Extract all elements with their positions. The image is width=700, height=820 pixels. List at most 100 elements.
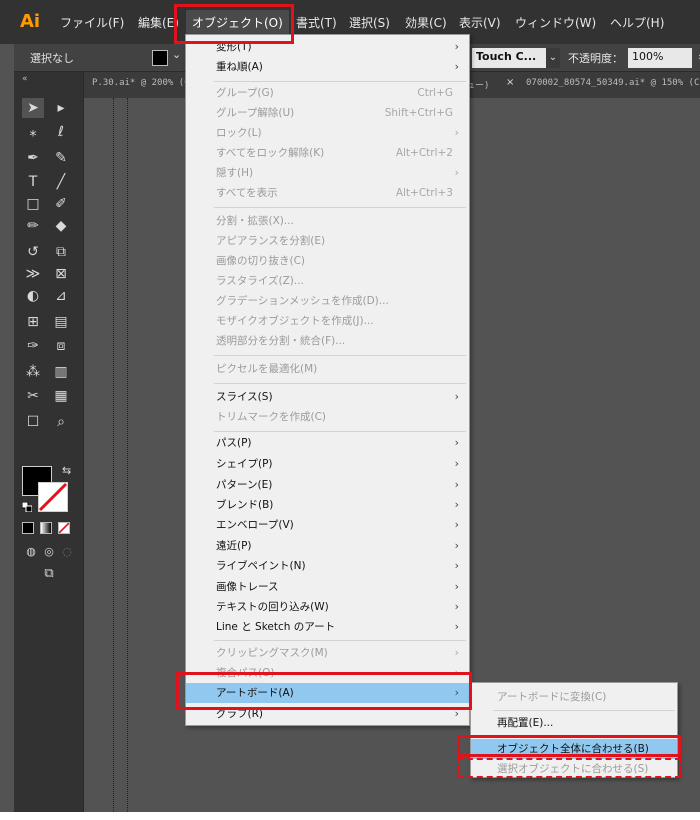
menu-type[interactable]: 書式(T) (296, 14, 337, 31)
collapse-icon[interactable]: « (22, 74, 28, 84)
menu-item-line-sketch[interactable]: Line と Sketch のアート › (186, 617, 469, 637)
submenu-item-fit-to-selected-art[interactable]: 選択オブジェクトに合わせる(S) (471, 759, 677, 779)
menu-window[interactable]: ウィンドウ(W) (515, 14, 596, 31)
menu-item-arrange[interactable]: 重ね順(A) › (186, 57, 469, 77)
tab-document-active[interactable]: 070002_80574_50349.ai* @ 150% (C (526, 78, 699, 88)
menu-item-pixel-perfect[interactable]: ピクセルを最適化(M) (186, 359, 469, 379)
menu-item-perspective[interactable]: 遠近(P) › (186, 536, 469, 556)
menu-separator (214, 431, 466, 432)
menu-separator (214, 355, 466, 356)
magic-wand-tool-icon[interactable]: ⁎ (22, 122, 44, 142)
direct-selection-tool-icon[interactable]: ▸ (50, 98, 72, 118)
menu-object[interactable]: オブジェクト(O) (186, 10, 289, 35)
menu-file[interactable]: ファイル(F) (60, 14, 124, 31)
submenu-item-rearrange[interactable]: 再配置(E)... (471, 713, 677, 733)
chevron-right-icon: › (454, 126, 459, 139)
menu-view[interactable]: 表示(V) (459, 14, 501, 31)
shape-builder-tool-icon[interactable]: ◐ (22, 286, 44, 306)
submenu-item-fit-to-artwork-bounds[interactable]: オブジェクト全体に合わせる(B) (471, 739, 677, 759)
default-colors-icon[interactable] (22, 502, 32, 512)
swap-fill-stroke-icon[interactable]: ⇆ (62, 464, 71, 477)
menu-item-hide[interactable]: 隠す(H) › (186, 163, 469, 183)
artboard-tool-icon[interactable]: ▦ (50, 386, 72, 406)
artboard-boundary (127, 98, 129, 812)
chevron-right-icon: › (454, 580, 459, 593)
menu-item-slice[interactable]: スライス(S) › (186, 387, 469, 407)
menu-separator (493, 710, 675, 711)
column-graph-tool-icon[interactable]: ▥ (50, 362, 72, 382)
menu-item-trim-marks[interactable]: トリムマークを作成(C) (186, 407, 469, 427)
screen-mode-icon[interactable]: ⧉ (38, 564, 60, 584)
app-logo: Ai (20, 11, 41, 32)
mesh-tool-icon[interactable]: ⊞ (22, 312, 44, 332)
menu-item-flatten-transparency[interactable]: 透明部分を分割・統合(F)... (186, 331, 469, 351)
menu-item-ungroup[interactable]: グループ解除(U) Shift+Ctrl+G (186, 103, 469, 123)
lasso-tool-icon[interactable]: ℓ (50, 122, 72, 142)
menu-item-live-paint[interactable]: ライブペイント(N) › (186, 556, 469, 576)
chevron-right-icon: › (454, 620, 459, 633)
pen-tool-icon[interactable]: ✒ (22, 148, 44, 168)
menu-item-envelope[interactable]: エンベロープ(V) › (186, 515, 469, 535)
gradient-mode-icon[interactable] (40, 522, 52, 534)
menu-item-mosaic[interactable]: モザイクオブジェクトを作成(J)... (186, 311, 469, 331)
rotate-tool-icon[interactable]: ↺ (22, 242, 44, 262)
tab-document-1[interactable]: P.30.ai* @ 200% (C (92, 78, 190, 88)
paintbrush-tool-icon[interactable]: ✐ (50, 194, 72, 214)
line-tool-icon[interactable]: ╱ (50, 172, 72, 192)
menu-item-expand-appearance[interactable]: アピアランスを分割(E) (186, 231, 469, 251)
width-tool-icon[interactable]: ≫ (22, 264, 44, 284)
chevron-down-icon[interactable]: ⌄ (546, 48, 560, 68)
menu-item-shape[interactable]: シェイプ(P) › (186, 454, 469, 474)
menu-item-image-trace[interactable]: 画像トレース › (186, 577, 469, 597)
menu-item-transform[interactable]: 変形(T) › (186, 37, 469, 57)
slice-tool-icon[interactable]: ✂ (22, 386, 44, 406)
menu-item-compound-path[interactable]: 複合パス(O) › (186, 663, 469, 683)
menu-item-gradient-mesh[interactable]: グラデーションメッシュを作成(D)... (186, 291, 469, 311)
submenu-item-convert-to-artboards[interactable]: アートボードに変換(C) (471, 687, 677, 707)
rectangle-tool-icon[interactable]: □ (22, 194, 44, 214)
menu-help[interactable]: ヘルプ(H) (610, 14, 664, 31)
menu-edit[interactable]: 編集(E) (138, 14, 179, 31)
menu-item-rasterize[interactable]: ラスタライズ(Z)... (186, 271, 469, 291)
gradient-tool-icon[interactable]: ▤ (50, 312, 72, 332)
curvature-tool-icon[interactable]: ✎ (50, 148, 72, 168)
none-mode-icon[interactable] (58, 522, 70, 534)
menu-item-blend[interactable]: ブレンド(B) › (186, 495, 469, 515)
menu-item-graph[interactable]: グラフ(R) › (186, 704, 469, 724)
menu-item-unlock-all[interactable]: すべてをロック解除(K) Alt+Ctrl+2 (186, 143, 469, 163)
menu-item-group[interactable]: グループ(G) Ctrl+G (186, 83, 469, 103)
blend-tool-icon[interactable]: ⧈ (50, 336, 72, 356)
zoom-tool-icon[interactable]: ⌕ (50, 412, 72, 432)
menu-item-lock[interactable]: ロック(L) › (186, 123, 469, 143)
menu-item-crop-image[interactable]: 画像の切り抜き(C) (186, 251, 469, 271)
color-mode-icon[interactable] (22, 522, 34, 534)
free-transform-tool-icon[interactable]: ⊠ (50, 264, 72, 284)
menu-item-show-all[interactable]: すべてを表示 Alt+Ctrl+3 (186, 183, 469, 203)
menu-effect[interactable]: 効果(C) (405, 14, 447, 31)
draw-inside-icon[interactable]: ◌ (56, 542, 78, 562)
menu-select[interactable]: 選択(S) (349, 14, 390, 31)
eyedropper-tool-icon[interactable]: ✑ (22, 336, 44, 356)
menu-item-path[interactable]: パス(P) › (186, 433, 469, 453)
scale-tool-icon[interactable]: ⧉ (50, 242, 72, 262)
fill-color-swatch[interactable] (152, 50, 168, 66)
hand-tool-icon[interactable]: ☐ (22, 412, 44, 432)
close-icon[interactable]: × (506, 77, 514, 88)
tools-panel: « ➤ ▸ ⁎ ℓ ✒ ✎ T ╱ □ ✐ ✏ ◆ ↺ ⧉ ≫ ⊠ ◐ ⊿ ⊞ … (14, 72, 84, 812)
opacity-input[interactable]: 100% (628, 48, 692, 68)
symbol-sprayer-tool-icon[interactable]: ⁂ (22, 362, 44, 382)
eraser-tool-icon[interactable]: ◆ (50, 216, 72, 236)
menu-item-expand[interactable]: 分割・拡張(X)... (186, 211, 469, 231)
chevron-right-icon: › (454, 40, 459, 53)
illustrator-window: Ai ファイル(F) 編集(E) オブジェクト(O) 書式(T) 選択(S) 効… (0, 0, 700, 812)
menu-item-artboards[interactable]: アートボード(A) › (186, 683, 469, 703)
type-tool-icon[interactable]: T (22, 172, 44, 192)
selection-tool-icon[interactable]: ➤ (22, 98, 44, 118)
shaper-tool-icon[interactable]: ✏ (22, 216, 44, 236)
menu-item-pattern[interactable]: パターン(E) › (186, 475, 469, 495)
perspective-grid-tool-icon[interactable]: ⊿ (50, 286, 72, 306)
chevron-down-icon[interactable]: ⌄ (172, 48, 181, 61)
opacity-label: 不透明度： (568, 52, 623, 65)
menu-item-text-wrap[interactable]: テキストの回り込み(W) › (186, 597, 469, 617)
menu-item-clipping-mask[interactable]: クリッピングマスク(M) › (186, 643, 469, 663)
